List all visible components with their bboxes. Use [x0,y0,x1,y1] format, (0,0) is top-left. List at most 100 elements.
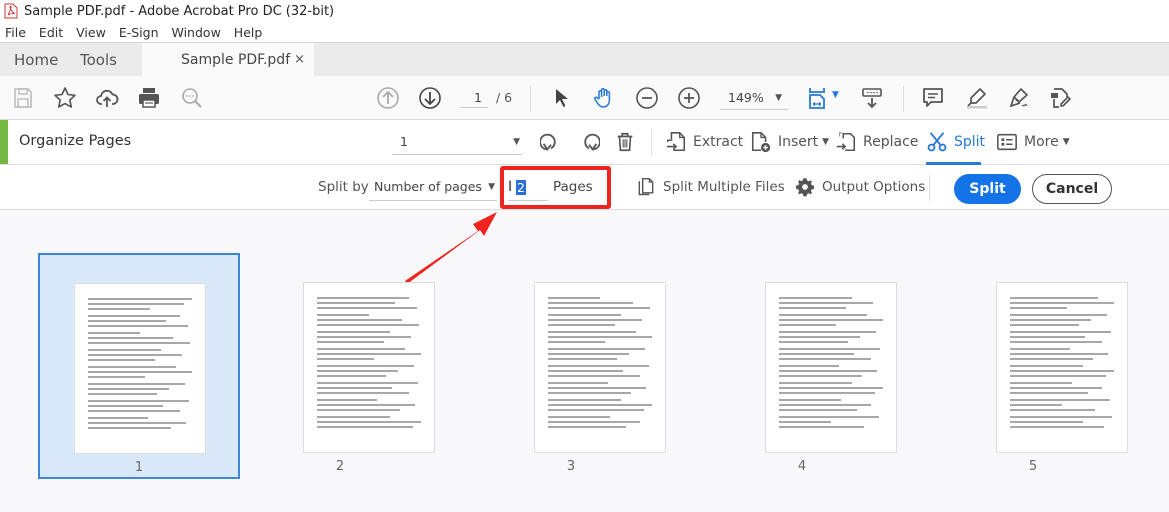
menu-window[interactable]: Window [172,25,221,40]
replace-page-icon [836,132,856,152]
page-thumbnail-1[interactable]: 1 [38,253,240,479]
text-line [779,319,883,321]
acrobat-pdf-icon [4,3,18,19]
scroll-mode-icon[interactable] [858,84,886,112]
previous-page-icon[interactable] [374,84,402,112]
text-line [548,324,615,326]
save-icon[interactable] [9,84,37,112]
text-line [779,392,875,394]
page-thumbnail-2[interactable]: 2 [239,253,441,479]
trash-icon [617,132,633,152]
menu-help[interactable]: Help [234,25,263,40]
highlight-icon[interactable] [963,84,991,112]
split-multiple-files-button[interactable]: Split Multiple Files [636,173,785,201]
hand-tool-icon[interactable] [590,84,618,112]
split-by-select[interactable]: Number of pages ▼ [369,175,497,201]
text-line [779,331,876,333]
page-thumbnail-5[interactable]: 5 [932,253,1134,479]
insert-button[interactable]: Insert ▼ [750,128,829,156]
text-line [317,370,399,372]
bookmark-star-icon[interactable] [51,84,79,112]
total-pages: / 6 [496,90,513,105]
menu-edit[interactable]: Edit [39,25,63,40]
text-line [1010,387,1102,389]
text-line [317,331,390,333]
text-line [779,382,852,384]
menu-file[interactable]: File [5,25,26,40]
text-line [779,358,871,360]
toolbar-divider [651,129,652,155]
page-preview [534,282,666,453]
text-line [88,417,149,419]
text-line [1010,314,1107,316]
text-line [88,400,189,402]
delete-page-button[interactable] [614,128,642,156]
close-tab-icon[interactable]: × [294,52,305,67]
zoom-in-icon[interactable] [675,84,703,112]
split-tool-button[interactable]: Split [926,128,985,156]
print-icon[interactable] [135,84,163,112]
text-line [88,354,182,356]
zoom-out-icon[interactable] [633,84,661,112]
text-line [88,427,172,429]
fill-sign-icon[interactable] [1046,84,1074,112]
zoom-level-value: 149% [728,90,764,105]
rotate-right-button[interactable] [578,128,606,156]
chevron-down-icon: ▼ [1062,137,1070,147]
replace-button[interactable]: Replace [835,128,918,156]
text-line [317,314,369,316]
text-line [548,382,609,384]
search-zoom-icon[interactable] [178,84,206,112]
text-line [548,421,640,423]
page-preview [765,282,897,453]
zoom-level-select[interactable]: 149% ▼ [720,88,788,110]
text-line [1010,331,1111,333]
cancel-button[interactable]: Cancel [1032,174,1112,204]
fit-page-dropdown-icon[interactable]: ▼ [832,90,839,100]
text-line [548,331,637,333]
sign-icon[interactable] [1005,84,1033,112]
text-line [1010,336,1085,338]
text-line [548,353,630,355]
extract-button[interactable]: Extract [665,128,743,156]
cloud-upload-icon[interactable] [93,84,121,112]
text-line [1010,404,1062,406]
more-button[interactable]: More ▼ [996,128,1070,156]
text-line [779,341,848,343]
text-line [548,426,626,428]
rotate-left-button[interactable] [540,128,568,156]
text-line [317,348,406,350]
tab-tools[interactable]: Tools [80,43,117,76]
current-page-input[interactable]: 1 [460,88,488,108]
fit-page-icon[interactable] [804,84,832,112]
main-toolbar: 1 / 6 149% ▼ ▼ [0,76,1169,120]
page-range-select[interactable]: 1 ▼ [392,130,522,155]
split-button[interactable]: Split [954,174,1021,204]
next-page-icon[interactable] [416,84,444,112]
toolbar-divider [903,86,904,112]
text-line [779,421,831,423]
text-line [548,365,649,367]
menu-esign[interactable]: E-Sign [119,25,159,40]
menu-view[interactable]: View [76,25,106,40]
page-thumbnail-3[interactable]: 3 [470,253,672,479]
text-lines [1010,297,1114,433]
tab-home[interactable]: Home [14,43,58,76]
tab-document[interactable]: Sample PDF.pdf × [142,43,314,76]
text-line [88,359,155,361]
text-lines [548,297,652,433]
text-line [317,341,384,343]
text-line [88,320,166,322]
page-number-label: 4 [797,459,807,474]
text-line [779,370,877,372]
text-line [779,399,842,401]
rotate-counterclockwise-icon [540,133,556,151]
text-line [317,421,421,423]
output-options-button[interactable]: Output Options [795,173,925,201]
select-cursor-icon[interactable] [548,84,576,112]
output-options-label: Output Options [822,179,926,195]
text-line [1010,324,1079,326]
text-line [1010,370,1114,372]
comment-icon[interactable] [919,84,947,112]
page-thumbnail-4[interactable]: 4 [701,253,903,479]
